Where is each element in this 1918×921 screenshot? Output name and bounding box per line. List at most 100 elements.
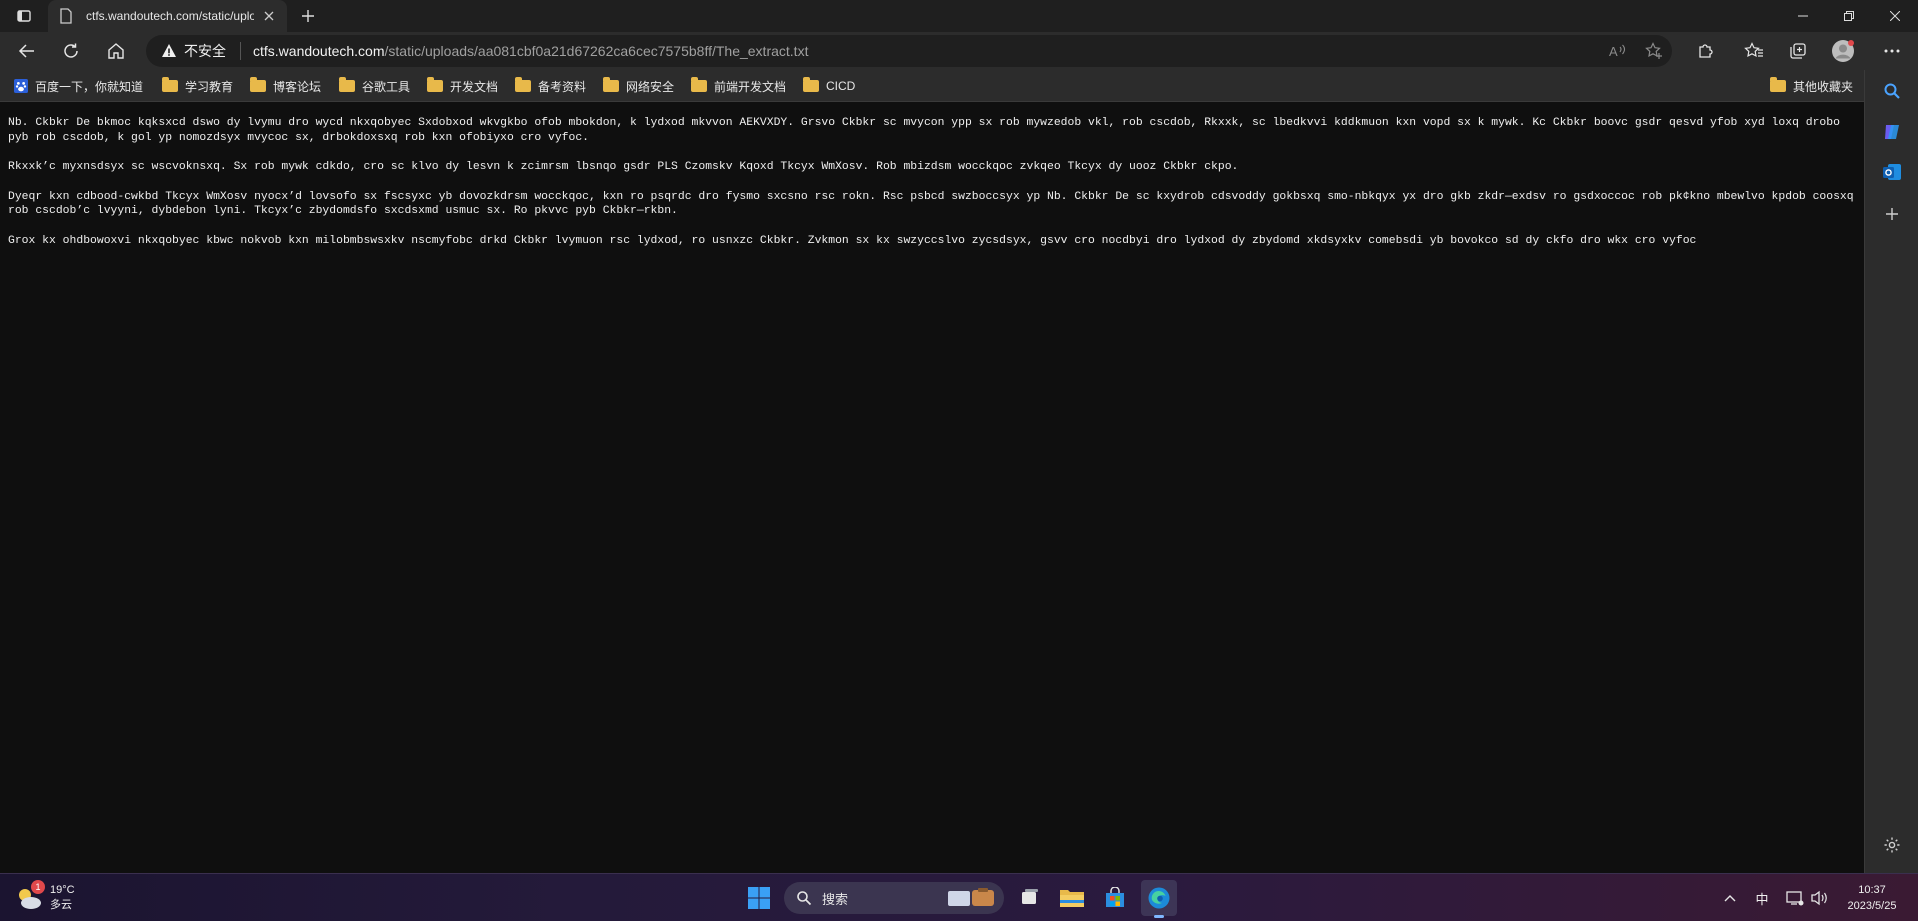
favorite-folder-security[interactable]: 网络安全	[603, 76, 674, 96]
chevron-up-icon	[1724, 895, 1736, 902]
system-clock[interactable]: 10:37 2023/5/25	[1836, 882, 1908, 914]
close-icon	[1890, 11, 1900, 21]
store-icon	[1106, 887, 1124, 907]
edge-taskbar-button[interactable]	[1141, 880, 1177, 918]
favorite-label: CICD	[826, 79, 856, 93]
search-highlight-icon	[948, 888, 994, 906]
profile-avatar[interactable]	[1830, 38, 1856, 64]
notification-badge: 1	[31, 880, 45, 894]
home-button[interactable]	[100, 35, 132, 67]
favorites-star-icon	[1744, 42, 1763, 58]
file-explorer-button[interactable]	[1054, 880, 1090, 916]
sidebar-outlook-button[interactable]	[1878, 158, 1906, 186]
favorite-folder-google-tools[interactable]: 谷歌工具	[339, 76, 410, 96]
copilot-icon	[1885, 125, 1899, 139]
favorite-folder-other[interactable]: 其他收藏夹	[1770, 76, 1853, 96]
close-window-button[interactable]	[1872, 0, 1918, 32]
weather-icon: 1	[14, 880, 45, 913]
favorite-folder-blogs[interactable]: 博客论坛	[250, 76, 321, 96]
favorites-button[interactable]	[1742, 39, 1766, 63]
puzzle-icon	[1699, 44, 1713, 58]
tab-title: ctfs.wandoutech.com/static/uplo	[86, 9, 254, 23]
minimize-button[interactable]	[1780, 0, 1826, 32]
ime-indicator[interactable]: 中	[1752, 874, 1772, 921]
search-icon	[797, 891, 812, 906]
weather-temperature: 19°C	[50, 884, 75, 896]
folder-icon	[339, 77, 355, 92]
edge-sidebar	[1864, 70, 1918, 873]
plus-icon	[302, 10, 314, 22]
arrow-left-icon	[18, 44, 34, 58]
taskbar-search-box[interactable]: 搜索	[784, 882, 1004, 914]
favorite-label: 百度一下，你就知道	[35, 79, 144, 94]
document-paragraph: Nb. Ckbkr De bkmoc kqksxcd dswo dy lvymu…	[8, 117, 1847, 144]
sidebar-search-button[interactable]	[1878, 77, 1906, 105]
favorite-folder-frontend-docs[interactable]: 前端开发文档	[691, 76, 786, 96]
sidebar-copilot-button[interactable]	[1878, 118, 1906, 146]
tab-close-icon[interactable]	[261, 8, 277, 24]
plus-icon	[1886, 208, 1898, 220]
baidu-icon	[14, 79, 28, 93]
gear-icon	[1884, 837, 1900, 853]
task-view-button[interactable]	[1012, 880, 1048, 916]
sidebar-add-button[interactable]	[1878, 200, 1906, 228]
settings-more-button[interactable]	[1880, 39, 1904, 63]
star-plus-icon	[1645, 42, 1662, 59]
folder-icon	[162, 77, 178, 92]
tab-strip: ctfs.wandoutech.com/static/uplo	[0, 0, 1918, 32]
network-icon	[1786, 891, 1804, 906]
speaker-icon	[1811, 890, 1827, 906]
back-button[interactable]	[11, 35, 43, 67]
network-button[interactable]	[1784, 874, 1806, 921]
avatar-icon	[1832, 40, 1854, 62]
collections-button[interactable]	[1786, 39, 1810, 63]
sidebar-settings-button[interactable]	[1878, 831, 1906, 859]
restore-button[interactable]	[1826, 0, 1872, 32]
favorite-folder-exam-materials[interactable]: 备考资料	[515, 76, 586, 96]
read-aloud-button[interactable]: A	[1606, 39, 1630, 63]
new-tab-button[interactable]	[294, 4, 322, 28]
tray-overflow-button[interactable]	[1720, 874, 1740, 921]
favorite-label: 其他收藏夹	[1793, 79, 1854, 94]
home-icon	[108, 43, 124, 59]
document-paragraph: Grox kx ohdbowoxvi nkxqobyec kbwc nokvob…	[8, 234, 1697, 247]
outlook-icon	[1883, 164, 1901, 180]
folder-icon	[691, 77, 707, 92]
folder-icon	[250, 77, 266, 92]
folder-icon	[515, 77, 531, 92]
add-favorite-button[interactable]	[1642, 39, 1666, 63]
url-path: /static/uploads/aa081cbf0a21d67262ca6cec…	[384, 43, 809, 59]
address-divider	[240, 42, 241, 60]
favorite-label: 学习教育	[185, 79, 234, 94]
edge-icon	[1148, 887, 1170, 909]
security-label[interactable]: 不安全	[184, 41, 226, 61]
weather-widget[interactable]: 1 19°C 多云	[14, 880, 75, 916]
svg-text:A: A	[1609, 44, 1618, 59]
favorite-baidu[interactable]: 百度一下，你就知道	[13, 76, 143, 96]
refresh-button[interactable]	[55, 35, 87, 67]
volume-button[interactable]	[1808, 874, 1830, 921]
folder-icon	[603, 77, 619, 92]
document-paragraph: Dyeqr kxn cdbood-cwkbd Tkcyx WmXosv nyoc…	[8, 190, 1861, 218]
tab-actions-button[interactable]	[8, 4, 40, 28]
microsoft-store-button[interactable]	[1097, 880, 1133, 916]
warning-icon[interactable]	[160, 42, 178, 60]
address-bar[interactable]: 不安全 ctfs.wandoutech.com/static/uploads/a…	[146, 35, 1672, 67]
favorite-label: 前端开发文档	[714, 79, 787, 94]
favorite-folder-study[interactable]: 学习教育	[162, 76, 233, 96]
taskbar: 1 19°C 多云 搜索 中 10:37 2023/5/25	[0, 873, 1918, 921]
minimize-icon	[1798, 15, 1808, 17]
windows-logo-icon	[748, 887, 770, 909]
url-host: ctfs.wandoutech.com	[253, 43, 385, 59]
document-paragraph: Rkxxk’c myxnsdsyx sc wscvoknsxq. Sx rob …	[8, 161, 1239, 173]
extensions-button[interactable]	[1694, 39, 1718, 63]
favorite-folder-cicd[interactable]: CICD	[803, 76, 855, 96]
search-icon	[1884, 83, 1900, 99]
tab-active[interactable]: ctfs.wandoutech.com/static/uplo	[48, 0, 287, 32]
tab-actions-icon	[17, 10, 31, 22]
folder-icon	[427, 77, 443, 92]
start-button[interactable]	[741, 880, 777, 916]
restore-icon	[1844, 11, 1854, 21]
favorite-folder-dev-docs[interactable]: 开发文档	[427, 76, 498, 96]
text-document: Nb. Ckbkr De bkmoc kqksxcd dswo dy lvymu…	[0, 103, 1864, 873]
